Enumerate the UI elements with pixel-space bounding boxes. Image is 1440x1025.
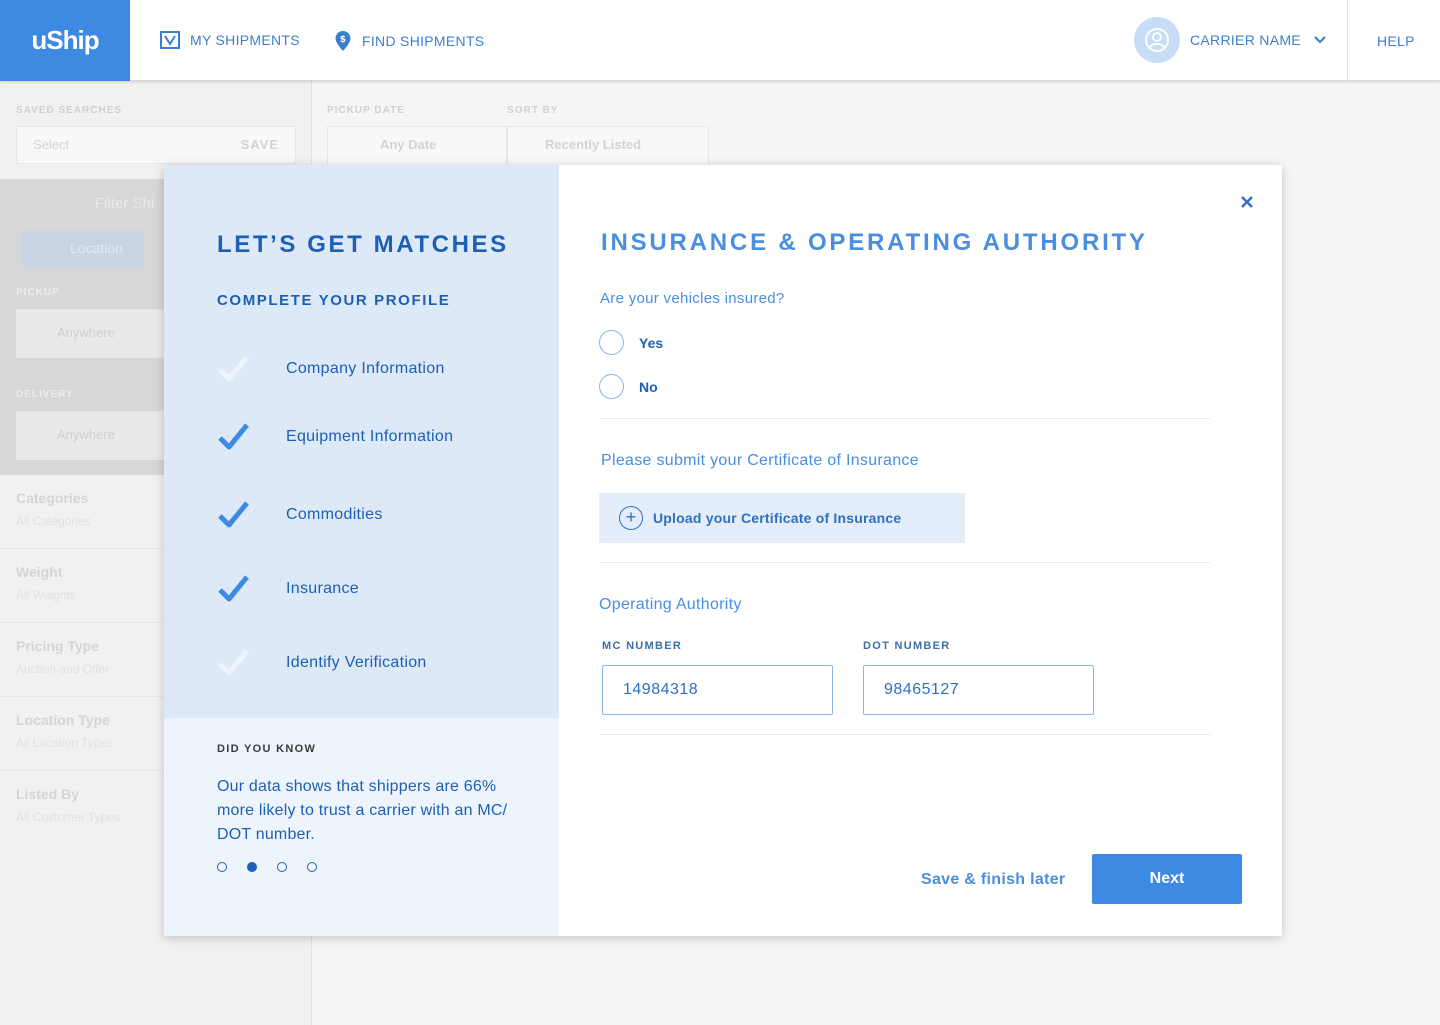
filter-categories-title: Categories (16, 490, 89, 506)
step-label: Company Information (286, 360, 445, 377)
insured-question: Are your vehicles insured? (600, 290, 785, 307)
step-commodities[interactable]: Commodities (217, 500, 383, 530)
step-insurance[interactable]: Insurance (217, 574, 359, 604)
close-button[interactable] (1236, 191, 1258, 213)
check-icon (217, 354, 250, 384)
carousel-dots (217, 862, 337, 872)
operating-authority-label: Operating Authority (599, 596, 742, 613)
radio-label: Yes (639, 334, 664, 351)
check-icon (217, 422, 250, 452)
upload-certificate-button[interactable]: + Upload your Certificate of Insurance (599, 493, 965, 543)
check-icon (217, 648, 250, 678)
mc-number-label: MC NUMBER (602, 640, 683, 652)
step-identify-verification[interactable]: Identify Verification (217, 648, 427, 678)
nav-my-shipments[interactable]: MY SHIPMENTS (160, 30, 300, 50)
filter-pricing-title: Pricing Type (16, 638, 99, 654)
svg-text:$: $ (340, 35, 347, 45)
help-link[interactable]: HELP (1377, 33, 1415, 49)
sort-by-label: SORT BY (507, 105, 559, 116)
carousel-dot-active[interactable] (247, 862, 257, 872)
modal-title: INSURANCE & OPERATING AUTHORITY (601, 229, 1148, 256)
user-menu[interactable]: CARRIER NAME (1134, 17, 1327, 63)
radio-no[interactable]: No (599, 374, 658, 399)
pickup-date-select: Any Date (327, 126, 507, 166)
section-divider (599, 734, 1210, 735)
dot-number-label: DOT NUMBER (863, 640, 951, 652)
certificate-label: Please submit your Certificate of Insura… (601, 452, 919, 469)
pickup-label: PICKUP (16, 287, 60, 298)
avatar (1134, 17, 1180, 63)
next-button[interactable]: Next (1092, 854, 1242, 904)
nav-divider (1347, 0, 1348, 81)
delivery-label: DELIVERY (16, 389, 74, 400)
filter-location-type-title: Location Type (16, 712, 110, 728)
saved-search-select: Select SAVE (16, 126, 296, 164)
sort-by-select: Recently Listed (507, 126, 709, 166)
filter-weight-title: Weight (16, 564, 63, 580)
check-icon (217, 574, 250, 604)
radio-circle[interactable] (599, 330, 624, 355)
uship-logo[interactable]: uShip (0, 0, 130, 81)
upload-label: Upload your Certificate of Insurance (653, 510, 902, 526)
step-equipment-information[interactable]: Equipment Information (217, 422, 453, 452)
nav-find-shipments[interactable]: $ FIND SHIPMENTS (334, 30, 484, 52)
nav-find-shipments-label: FIND SHIPMENTS (362, 33, 485, 49)
check-icon (217, 500, 250, 530)
profile-steps-panel: LET’S GET MATCHES COMPLETE YOUR PROFILE … (164, 165, 559, 718)
filter-pricing-value: Auction and Offer (16, 662, 110, 676)
step-label: Identify Verification (286, 654, 427, 671)
step-company-information[interactable]: Company Information (217, 354, 445, 384)
filter-location-type-value: All Location Types (16, 736, 114, 750)
modal-left-title: LET’S GET MATCHES (217, 231, 509, 258)
saved-search-placeholder: Select (33, 137, 70, 152)
profile-modal: LET’S GET MATCHES COMPLETE YOUR PROFILE … (164, 165, 1282, 936)
did-you-know-text: Our data shows that shippers are 66% mor… (217, 778, 508, 843)
saved-searches-label: SAVED SEARCHES (16, 105, 123, 116)
filter-categories-value: All Categories (16, 514, 91, 528)
carousel-dot[interactable] (277, 862, 287, 872)
filter-weight-value: All Weights (16, 588, 76, 602)
mc-number-input[interactable] (602, 665, 833, 715)
user-icon (1145, 28, 1169, 52)
step-label: Equipment Information (286, 428, 454, 445)
nav-my-shipments-label: MY SHIPMENTS (190, 32, 300, 48)
location-pin-icon: $ (335, 31, 351, 51)
pickup-date-label: PICKUP DATE (327, 105, 405, 116)
save-finish-later-link[interactable]: Save & finish later (921, 871, 1065, 889)
delivery-input: Anywhere (16, 411, 176, 460)
chevron-down-icon (1314, 36, 1326, 44)
filter-listed-by-value: All Customer Types (16, 810, 120, 824)
dot-number-input[interactable] (863, 665, 1094, 715)
radio-label: No (639, 378, 658, 395)
filter-title: Filter Shi (95, 195, 155, 212)
step-label: Insurance (286, 580, 359, 597)
location-tab: Location (22, 231, 144, 267)
modal-left-subtitle: COMPLETE YOUR PROFILE (217, 292, 451, 309)
did-you-know-title: DID YOU KNOW (217, 743, 317, 755)
filter-listed-by-title: Listed By (16, 786, 80, 802)
radio-yes[interactable]: Yes (599, 330, 663, 355)
section-divider (599, 562, 1210, 563)
top-nav: uShip MY SHIPMENTS $ FIND SHIPMENTS CARR… (0, 0, 1440, 81)
radio-circle[interactable] (599, 374, 624, 399)
shipments-icon (160, 31, 180, 49)
carousel-dot[interactable] (217, 862, 227, 872)
step-label: Commodities (286, 506, 383, 523)
save-search-button: SAVE (240, 137, 279, 152)
plus-circle-icon: + (619, 506, 643, 530)
user-name: CARRIER NAME (1190, 32, 1301, 48)
pickup-input: Anywhere (16, 309, 176, 358)
section-divider (599, 418, 1210, 419)
background-toolbar: PICKUP DATE Any Date SORT BY Recently Li… (312, 81, 1440, 166)
close-icon (1241, 196, 1253, 208)
carousel-dot[interactable] (307, 862, 317, 872)
